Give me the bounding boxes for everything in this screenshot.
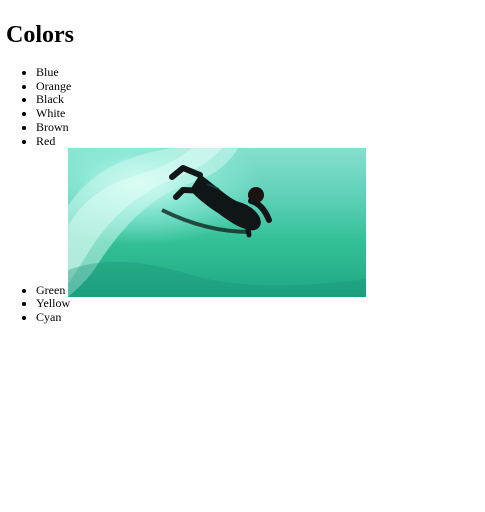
list-item-cyan: Cyan	[36, 310, 366, 325]
list-item-green-with-image: Green	[36, 148, 367, 298]
image-row: Green	[36, 148, 367, 298]
list-item-green: Green	[36, 282, 66, 297]
list-item-brown: Brown	[36, 120, 366, 135]
surf-photo	[68, 148, 367, 298]
list-item-black: Black	[36, 93, 366, 107]
list-item-red: Red	[36, 134, 366, 149]
list-item-yellow: Yellow	[36, 297, 366, 311]
list-item-orange: Orange	[36, 79, 366, 94]
colors-list: Blue Orange Black White Brown Red Green	[0, 65, 367, 325]
list-item-blue: Blue	[36, 65, 366, 80]
surf-photo-svg	[68, 148, 367, 298]
list-item-white: White	[36, 106, 366, 121]
page-title: Colors	[6, 22, 74, 48]
